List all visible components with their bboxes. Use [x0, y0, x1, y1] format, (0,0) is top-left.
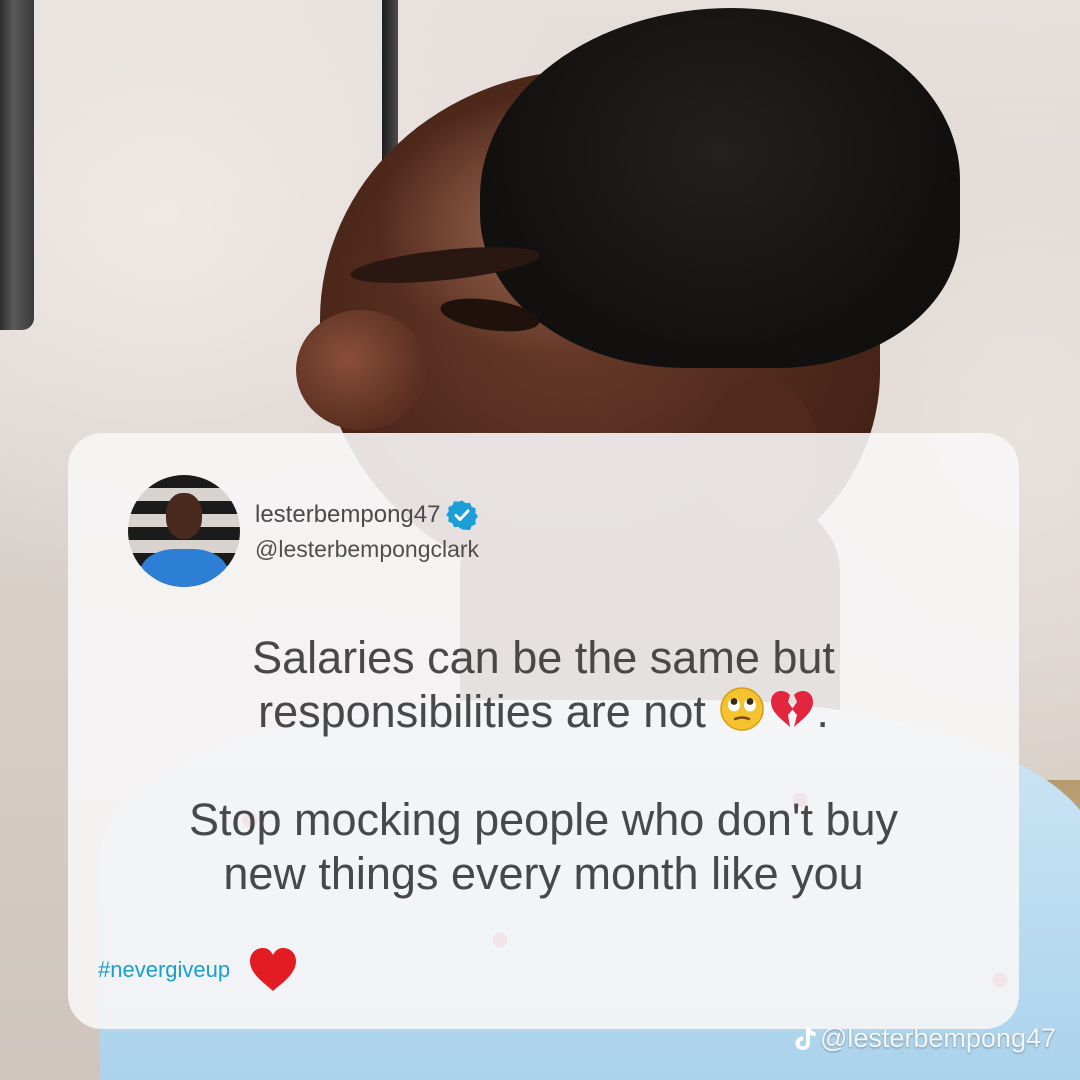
- watermark: @lesterbempong47: [794, 1023, 1056, 1054]
- heart-icon: [248, 947, 298, 993]
- watermark-handle: @lesterbempong47: [819, 1023, 1056, 1053]
- post-paragraph: Salaries can be the same but responsibil…: [68, 631, 1019, 739]
- broken-heart-icon: [768, 685, 816, 733]
- post-footer: #nevergiveup: [98, 947, 298, 993]
- post-paragraph: Stop mocking people who don't buy new th…: [68, 793, 1019, 901]
- tiktok-icon: [794, 1026, 816, 1052]
- post-card: lesterbempong47 @lesterbempongclark Sala…: [68, 433, 1019, 1029]
- post-text-line: new things every month like you: [223, 848, 864, 899]
- hashtag-link[interactable]: #nevergiveup: [98, 957, 230, 983]
- author-name-row: lesterbempong47: [255, 499, 479, 531]
- author-info: lesterbempong47 @lesterbempongclark: [255, 499, 479, 563]
- background-person-nose: [296, 310, 426, 430]
- author-handle[interactable]: @lesterbempongclark: [255, 535, 479, 563]
- avatar-person-body: [140, 549, 228, 587]
- face-with-rolling-eyes-icon: [718, 685, 766, 733]
- post-text: Salaries can be the same but responsibil…: [68, 631, 1019, 901]
- emoji-group: [718, 685, 816, 733]
- avatar[interactable]: [128, 475, 240, 587]
- post-text-line: Salaries can be the same but: [252, 632, 835, 683]
- post-text-line: responsibilities are not: [258, 686, 706, 737]
- author-display-name[interactable]: lesterbempong47: [255, 501, 440, 529]
- verified-badge-icon: [446, 499, 479, 531]
- avatar-person-head: [166, 493, 202, 539]
- background-cable: [0, 0, 34, 330]
- post-text-punctuation: .: [816, 686, 829, 737]
- post-text-line: Stop mocking people who don't buy: [188, 794, 899, 845]
